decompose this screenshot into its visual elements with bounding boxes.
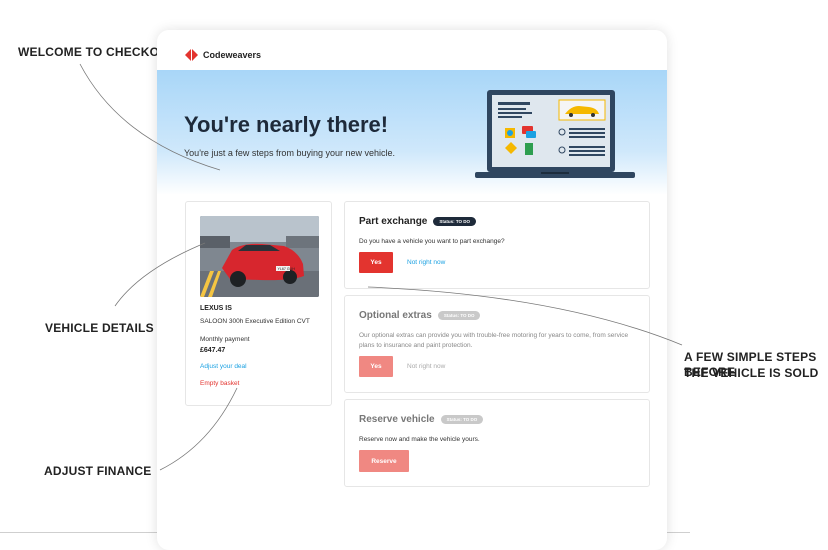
step-description: Reserve now and make the vehicle yours. — [359, 436, 480, 443]
laptop-illustration-icon — [475, 90, 635, 178]
status-badge: Status: TO DO — [433, 217, 477, 226]
part-exchange-skip-link[interactable]: Not right now — [407, 259, 445, 266]
status-badge: Status: TO DO — [437, 311, 481, 320]
monthly-payment-label: Monthly payment — [200, 336, 250, 343]
step-description: Our optional extras can provide you with… — [359, 332, 629, 349]
optional-extras-skip-link[interactable]: Not right now — [407, 363, 445, 370]
step-title-text: Reserve vehicle — [359, 414, 435, 425]
step-optional-extras: Optional extras Status: TO DO Our option… — [344, 295, 650, 393]
step-title: Part exchange Status: TO DO — [359, 216, 477, 227]
header-bar: Codeweavers — [157, 30, 667, 70]
empty-basket-link[interactable]: Empty basket — [200, 380, 239, 387]
brand-logo[interactable]: Codeweavers — [185, 49, 261, 61]
step-title: Reserve vehicle Status: TO DO — [359, 414, 484, 425]
step-part-exchange: Part exchange Status: TO DO Do you have … — [344, 201, 650, 289]
reserve-button[interactable]: Reserve — [359, 450, 409, 472]
vehicle-name: LEXUS IS — [200, 305, 232, 312]
monthly-payment-value: £647.47 — [200, 347, 226, 354]
step-description: Do you have a vehicle you want to part e… — [359, 238, 505, 245]
checkout-frame: Codeweavers You're nearly there! You're … — [157, 30, 667, 550]
vehicle-plate: YL67 GUH — [278, 267, 296, 271]
status-badge: Status: TO DO — [440, 415, 484, 424]
vehicle-trim: SALOON 300h Executive Edition CVT — [200, 318, 310, 325]
step-title: Optional extras Status: TO DO — [359, 310, 481, 321]
brand-name: Codeweavers — [203, 50, 262, 60]
hero-banner: You're nearly there! You're just a few s… — [157, 70, 667, 195]
page-title: You're nearly there! — [184, 112, 389, 137]
annotation-welcome: WELCOME TO CHECKOUT — [18, 45, 176, 59]
annotation-adjust-finance: ADJUST FINANCE — [44, 464, 152, 478]
vehicle-photo: YL67 GUH — [200, 216, 319, 297]
codeweavers-logo-icon — [185, 49, 198, 61]
annotation-steps-line2: THE VEHICLE IS SOLD — [684, 366, 819, 380]
adjust-deal-link[interactable]: Adjust your deal — [200, 363, 247, 370]
step-title-text: Optional extras — [359, 310, 432, 321]
step-title-text: Part exchange — [359, 216, 428, 227]
step-reserve-vehicle: Reserve vehicle Status: TO DO Reserve no… — [344, 399, 650, 487]
vehicle-card: YL67 GUH LEXUS IS SALOON 300h Executive … — [185, 201, 332, 406]
part-exchange-yes-button[interactable]: Yes — [359, 252, 393, 273]
page-subtitle: You're just a few steps from buying your… — [184, 148, 395, 158]
optional-extras-yes-button[interactable]: Yes — [359, 356, 393, 377]
annotation-vehicle-details: VEHICLE DETAILS — [45, 321, 154, 335]
